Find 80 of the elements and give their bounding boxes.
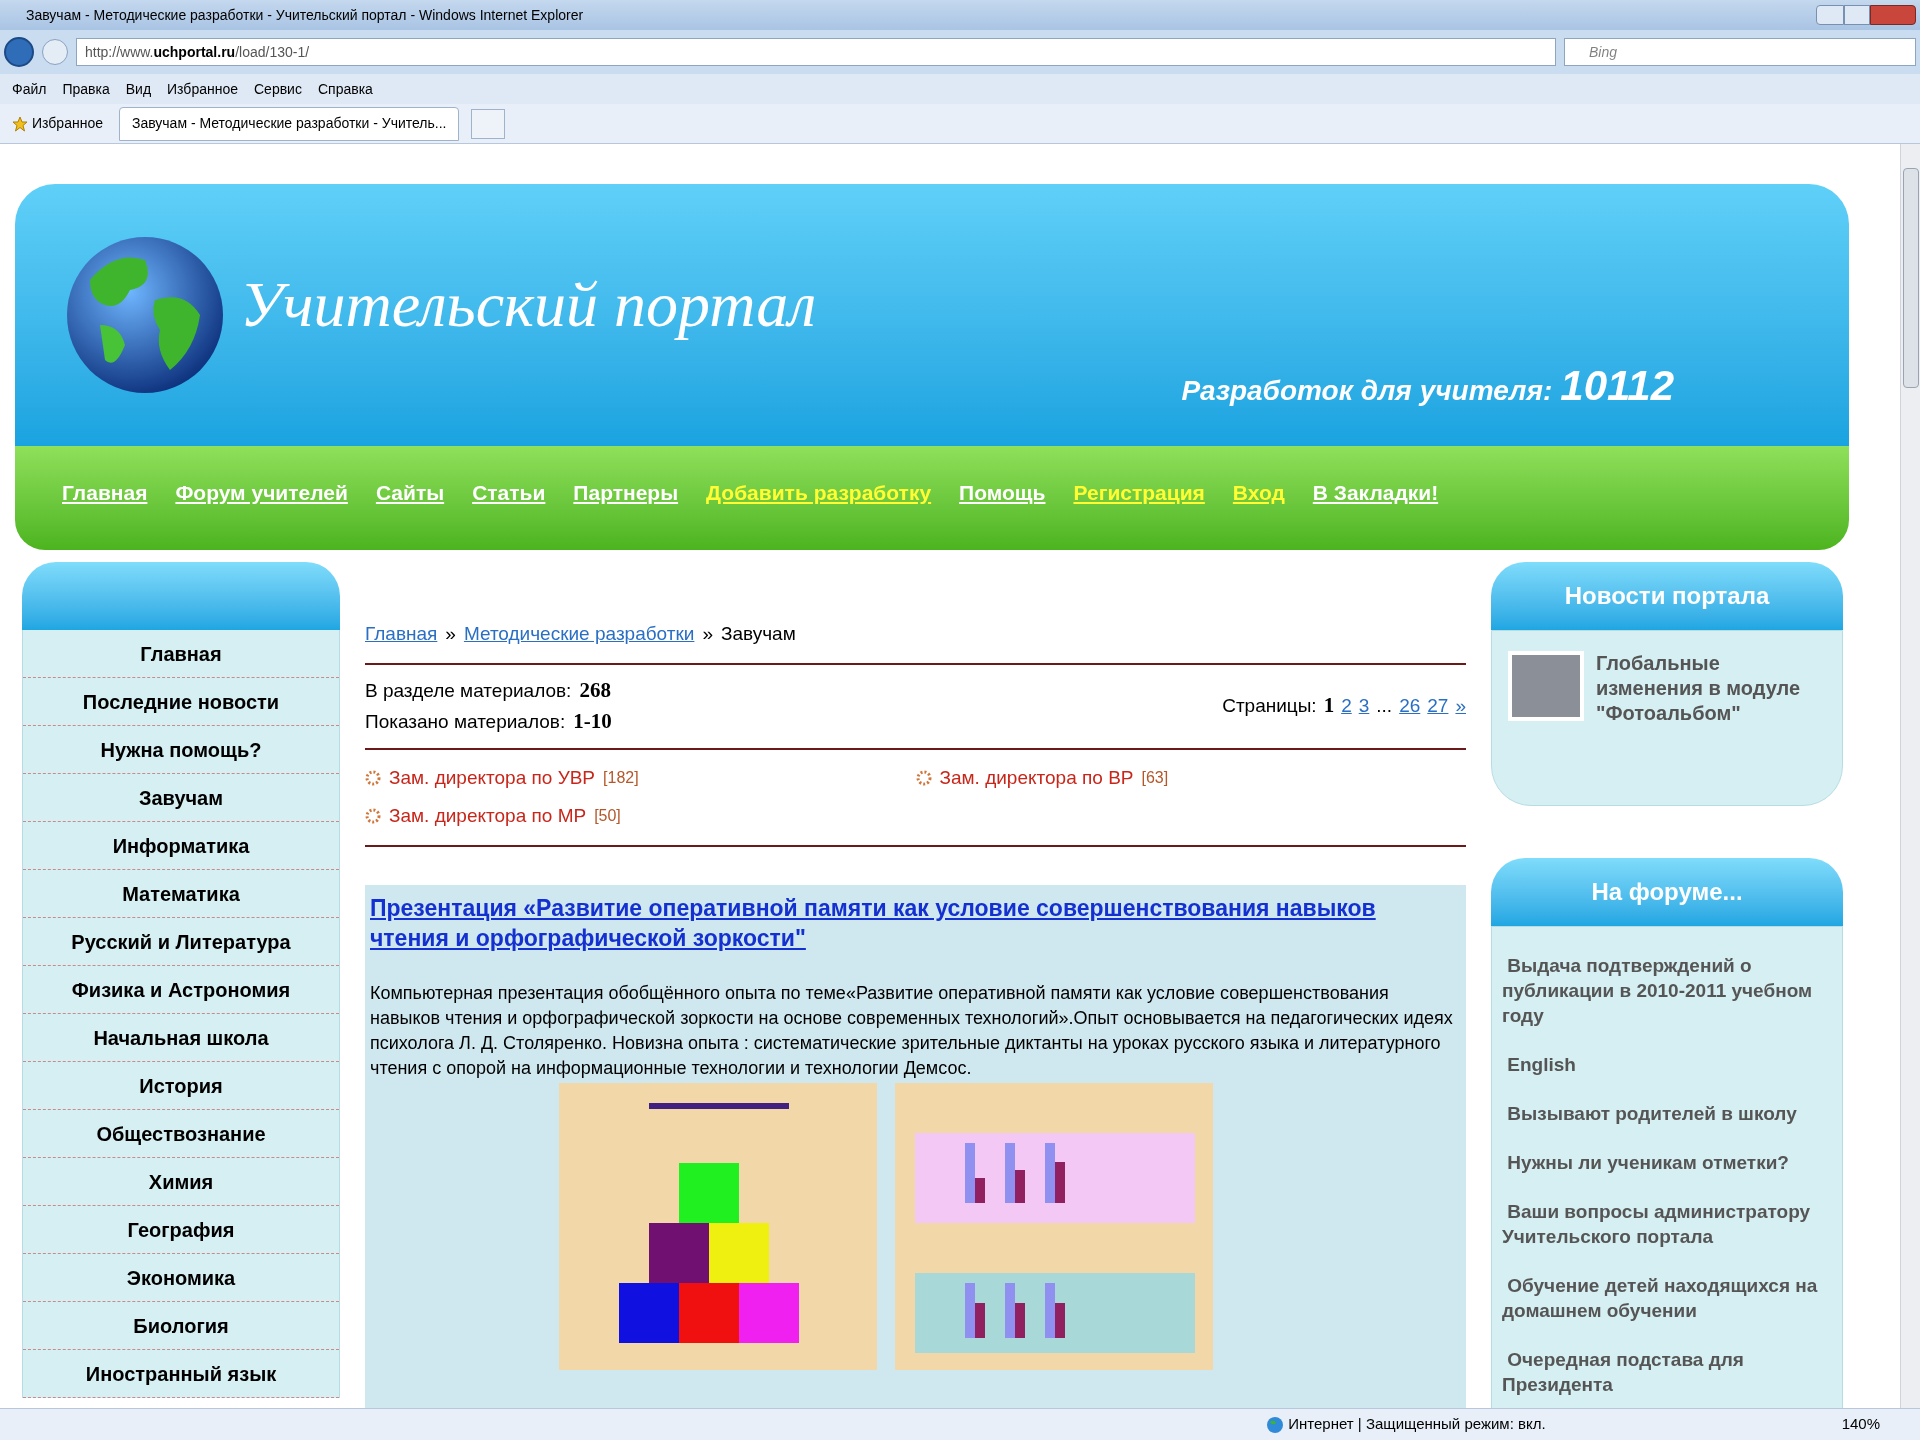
back-button[interactable]: [4, 37, 34, 67]
forum-topic-link[interactable]: English: [1502, 1052, 1832, 1077]
category-link[interactable]: Зам. директора по ВР: [939, 763, 1134, 792]
logo-text: Учительский портал: [240, 268, 817, 342]
sidebar-item[interactable]: Начальная школа: [23, 1014, 339, 1062]
page-link[interactable]: 2: [1341, 692, 1352, 721]
forum-panel-title: На форуме...: [1591, 877, 1743, 907]
sidebar-item[interactable]: Обществознание: [23, 1110, 339, 1158]
sidebar-item[interactable]: Информатика: [23, 822, 339, 870]
category-count: [182]: [603, 767, 639, 788]
bullet-icon: [365, 808, 381, 825]
article-description: Компьютерная презентация обобщённого опыта по теме«Развитие оперативной памяти как условие совершенствования навыков чтения и орфографической зоркости на основе современных технологий».Опыт основывается на педагогических идеях психолога Л. Д. Столяренко. Новизна опыта : систематические зрительные диктанты на уроках русского языка и литературного чтения с опорой на информационные технологии и технологии Демсос.: [370, 981, 1454, 1080]
breadcrumb-link[interactable]: Главная: [365, 620, 438, 649]
stat-value: 268: [579, 676, 611, 704]
category-link[interactable]: Зам. директора по МР: [389, 802, 587, 831]
category-count: [50]: [594, 806, 621, 827]
sidebar-item[interactable]: География: [23, 1206, 339, 1254]
sidebar-item[interactable]: Последние новости: [23, 678, 339, 726]
globe-icon: [1266, 1415, 1285, 1434]
page-link[interactable]: 26: [1399, 692, 1421, 721]
search-field[interactable]: Bing: [1564, 38, 1916, 66]
counter-value: 10112: [1560, 360, 1674, 411]
stat-label: Показано материалов:: [365, 710, 566, 734]
page-link[interactable]: 1: [1323, 690, 1335, 722]
minimize-button[interactable]: [1816, 5, 1844, 25]
sidebar-item[interactable]: Биология: [23, 1302, 339, 1350]
page-link[interactable]: »: [1455, 692, 1466, 721]
forum-topic-link[interactable]: Вызывают родителей в школу: [1502, 1101, 1832, 1126]
sidebar-item[interactable]: Русский и Литература: [23, 918, 339, 966]
menu-item[interactable]: Избранное: [167, 78, 238, 100]
menu-item[interactable]: Файл: [12, 78, 47, 100]
sidebar-item[interactable]: История: [23, 1062, 339, 1110]
scroll-thumb[interactable]: [1902, 168, 1919, 388]
sidebar-item[interactable]: Завучам: [23, 774, 339, 822]
scrollbar[interactable]: [1900, 144, 1920, 1408]
sidebar-item[interactable]: Иностранный язык: [23, 1350, 339, 1398]
close-button[interactable]: [1870, 5, 1916, 25]
new-tab-button[interactable]: [471, 108, 506, 139]
counter-label: Разработок для учителя:: [1181, 373, 1553, 408]
news-link[interactable]: Глобальные изменения в модуле "Фотоальбом": [1596, 651, 1826, 726]
menu-item[interactable]: Сервис: [254, 78, 302, 100]
window-title: Завучам - Методические разработки - Учительский портал - Windows Internet Explorer: [26, 5, 584, 25]
bullet-icon: [915, 769, 932, 786]
star-icon: [12, 115, 28, 132]
sidebar-item[interactable]: Физика и Астрономия: [23, 966, 339, 1014]
security-zone-text: Интернет | Защищенный режим: вкл.: [1288, 1414, 1546, 1435]
pager-label: Страницы:: [1222, 694, 1317, 719]
stat-value: 1-10: [573, 708, 612, 735]
address-field[interactable]: http://www.uchportal.ru/load/130-1/: [76, 38, 1556, 66]
sidebar-item[interactable]: Математика: [23, 870, 339, 918]
sidebar-item[interactable]: Химия: [23, 1158, 339, 1206]
forward-button[interactable]: [42, 39, 68, 65]
forum-topic-link[interactable]: Нужны ли ученикам отметки?: [1502, 1150, 1832, 1175]
page-link[interactable]: 3: [1358, 692, 1370, 721]
page-link[interactable]: 27: [1427, 692, 1449, 721]
favorites-button[interactable]: Избранное: [8, 113, 107, 134]
category-count: [63]: [1141, 767, 1169, 788]
menu-item[interactable]: Справка: [317, 78, 373, 100]
category-link[interactable]: Зам. директора по УВР: [389, 763, 596, 792]
menu-item[interactable]: Правка: [62, 78, 110, 100]
zoom-level[interactable]: 140%: [1841, 1413, 1880, 1436]
sidebar-item[interactable]: Главная: [23, 630, 339, 678]
forum-topic-link[interactable]: Ваши вопросы администратору Учительского портала: [1502, 1199, 1832, 1249]
stat-label: В разделе материалов:: [365, 678, 572, 703]
forum-topic-link[interactable]: Обучение детей находящихся на домашнем обучении: [1502, 1273, 1832, 1323]
breadcrumb-link[interactable]: Методические разработки: [463, 620, 695, 649]
pager-gap: ...: [1376, 694, 1393, 719]
breadcrumb-separator: »: [445, 622, 456, 646]
maximize-button[interactable]: [1844, 5, 1870, 25]
sidebar-item[interactable]: Нужна помощь?: [23, 726, 339, 774]
sidebar-item[interactable]: Экономика: [23, 1254, 339, 1302]
forum-topic-link[interactable]: Очередная подстава для Президента: [1502, 1347, 1832, 1397]
breadcrumb-separator: »: [702, 622, 713, 646]
news-panel-title: Новости портала: [1564, 581, 1770, 611]
breadcrumb-current: Завучам: [720, 622, 796, 646]
menu-item[interactable]: Вид: [125, 78, 152, 100]
forum-topic-link[interactable]: Выдача подтверждений о публикации в 2010-2011 учебном году: [1502, 953, 1832, 1028]
article-title-link[interactable]: Презентация «Развитие оперативной памяти как условие совершенствования навыков чтения и орфографической зоркости": [370, 892, 1461, 953]
browser-tab[interactable]: Завучам - Методические разработки - Учитель...: [118, 106, 460, 141]
bullet-icon: [365, 769, 381, 786]
